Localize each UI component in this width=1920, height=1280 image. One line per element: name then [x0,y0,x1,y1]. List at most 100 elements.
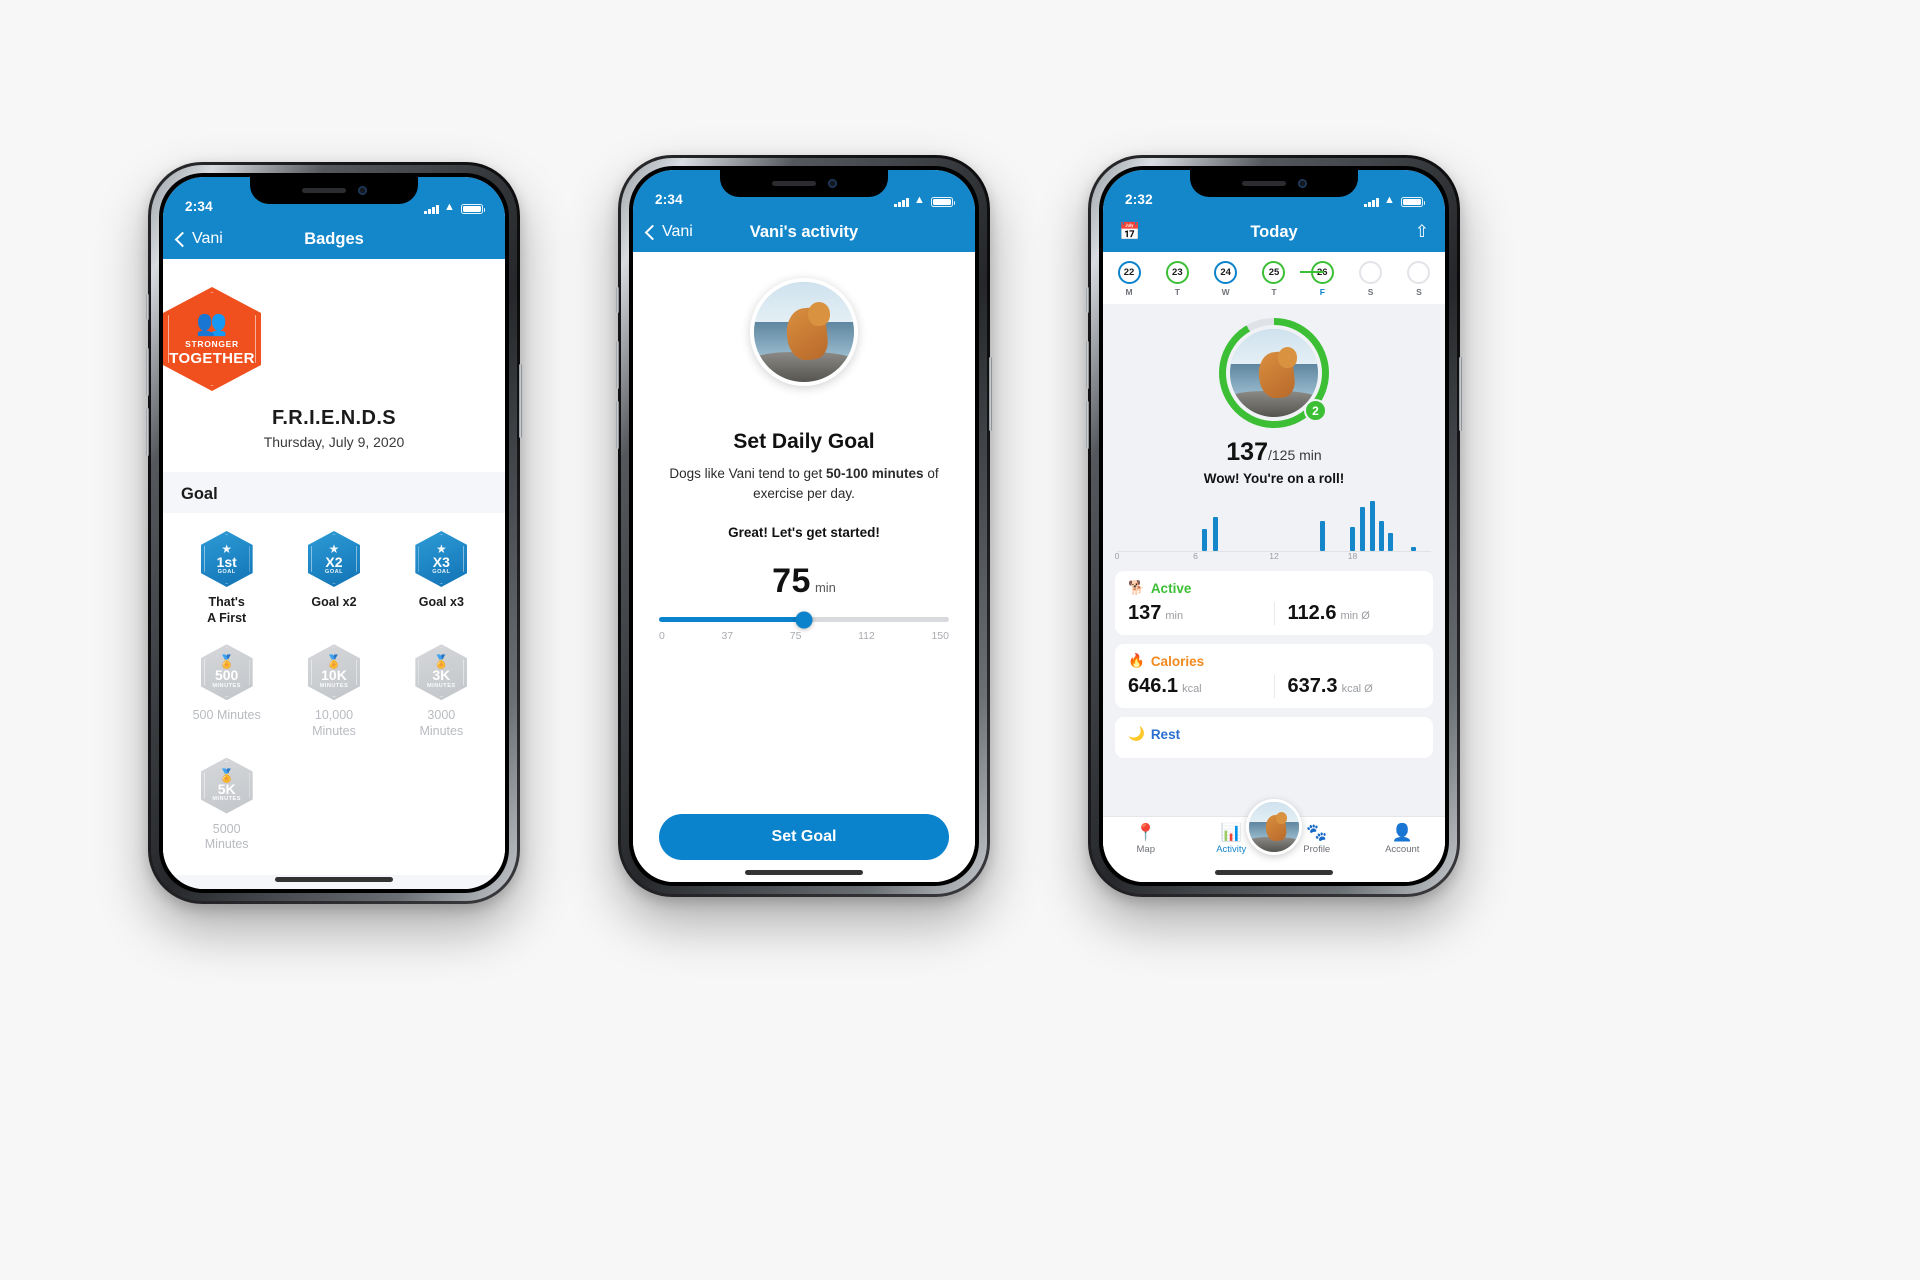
mute-switch[interactable] [1086,287,1089,313]
dog-icon: 🐕 [1128,580,1145,595]
axis-tick: 18 [1347,551,1358,561]
locked-badge-icon: 🏅 10K MINUTES [307,644,360,701]
badge-line-1: STRONGER [185,339,239,349]
power-button[interactable] [1459,357,1462,431]
stat-card-list: 🐕 Active 137 min 112.6 min Ø 🔥 Calories 646.1 kca… [1103,562,1445,758]
motivation-message: Wow! You're on a roll! [1203,471,1345,486]
chevron-left-icon [644,224,661,240]
chevron-left-icon [174,231,191,247]
stat-average: 637.3 kcal Ø [1273,675,1434,698]
volume-down-button[interactable] [146,408,149,456]
set-goal-content: Set Daily Goal Dogs like Vani tend to ge… [633,252,975,882]
chart-bar [1319,521,1325,551]
notch [250,177,418,204]
stat-title: Rest [1150,726,1181,742]
week-day-s[interactable]: S [1355,261,1387,297]
earpiece-speaker [301,188,346,193]
volume-down-button[interactable] [616,401,619,449]
slider-tick: 112 [858,630,875,643]
power-button[interactable] [519,364,522,438]
badge-cell[interactable]: 🏅 10K MINUTES 10,000 Minutes [280,644,387,739]
badge-date: Thursday, July 9, 2020 [263,434,405,450]
back-button[interactable]: Vani [644,223,693,241]
front-camera-icon [827,179,837,188]
battery-icon [461,204,486,214]
volume-down-button[interactable] [1086,401,1089,449]
stat-value: 637.3 [1287,675,1338,697]
power-button[interactable] [989,357,992,431]
dog-photo [1249,802,1299,852]
chart-bars [1117,501,1431,551]
badge-cell[interactable]: 🏅 3K MINUTES 3000 Minutes [388,644,495,739]
stat-card-rest[interactable]: 🌙 Rest [1115,717,1433,758]
week-day-m[interactable]: 22 M [1113,261,1145,297]
badge-name: F.R.I.E.N.D.S [271,407,397,429]
slider-tick: 0 [659,630,665,643]
week-day-f[interactable]: 26F [1306,261,1338,297]
progress-ring-area: 2 137/125 min Wow! You're on a roll! [1103,304,1445,490]
tab-label: Map [1136,844,1155,855]
back-label: Vani [192,230,223,247]
axis-tick: 0 [1114,551,1120,561]
star-icon: ★ [328,541,340,556]
stat-value: 646.1 [1128,675,1179,697]
tab-account[interactable]: 👤 Account [1360,824,1446,855]
stat-title: Calories [1150,653,1205,669]
day-letter: S [1367,287,1374,297]
stat-average: 112.6 min Ø [1273,602,1434,625]
dog-profile-button[interactable] [1246,799,1302,855]
cellular-signal-icon [1364,197,1379,207]
stat-card-active[interactable]: 🐕 Active 137 min 112.6 min Ø [1115,571,1433,635]
badge-cell[interactable]: 🏅 500 MINUTES 500 Minutes [173,644,280,739]
slider-knob[interactable] [795,611,813,629]
slider-track[interactable] [659,611,949,629]
badge-big-text: 10K [321,667,347,684]
chart-bar [1212,517,1218,551]
stat-value: 112.6 [1287,602,1337,624]
stat-card-calories[interactable]: 🔥 Calories 646.1 kcal 637.3 kcal Ø [1115,644,1433,708]
tab-map[interactable]: 📍 Map [1103,824,1189,855]
set-goal-button[interactable]: Set Goal [659,814,949,860]
week-day-w[interactable]: 24 W [1210,261,1242,297]
back-button[interactable]: Vani [174,230,223,248]
badge-cell[interactable]: ★ X3 GOAL Goal x3 [388,531,495,626]
week-day-t[interactable]: 23 T [1161,261,1193,297]
badge-cell[interactable]: ★ X2 GOAL Goal x2 [280,531,387,626]
mockup-stage: 2:34 Vani Badges [0,0,1920,1280]
share-icon[interactable]: ⇧ [1415,222,1429,242]
badge-cell[interactable]: ★ 1st GOAL That's A First [173,531,280,626]
chart-bar [1387,533,1393,551]
week-day-s[interactable]: S [1403,261,1435,297]
stat-primary: 646.1 kcal [1115,675,1274,698]
week-day-t[interactable]: 25 T [1258,261,1290,297]
calendar-icon[interactable]: 📅 [1119,222,1140,242]
week-day-selector[interactable]: 22 M 23 T 24 W 25 T 26F S S [1103,252,1445,304]
goal-minutes-unit: min [814,580,836,596]
nav-bar-badges: Vani Badges [163,219,505,259]
stronger-together-badge[interactable]: 👥 STRONGER TOGETHER [163,287,261,391]
mute-switch[interactable] [146,294,149,320]
volume-up-button[interactable] [1086,341,1089,389]
home-indicator[interactable] [275,877,393,882]
badge-sub-text: GOAL [217,569,236,576]
goal-slider[interactable]: 0 37 75 112 150 [659,611,949,643]
wifi-icon [1384,195,1396,207]
badge-caption: 500 Minutes [192,708,261,723]
page-title: Today [1250,222,1298,241]
locked-badge-icon: 🏅 500 MINUTES [200,644,253,701]
home-indicator[interactable] [1215,870,1333,875]
badge-caption: 5000 Minutes [204,821,249,852]
stat-unit: min [1165,610,1184,622]
slider-tick: 75 [789,630,802,643]
day-letter: W [1221,287,1230,297]
status-time: 2:34 [185,199,213,214]
badge-cell[interactable]: 🏅 5K MINUTES 5000 Minutes [173,757,280,853]
volume-up-button[interactable] [146,348,149,396]
mute-switch[interactable] [616,287,619,313]
goal-badge-grid: ★ 1st GOAL That's A First ★ X2 GOAL Goal x2 ★ X3 GO… [163,513,505,875]
volume-up-button[interactable] [616,341,619,389]
nav-bar-activity: Vani Vani's activity [633,212,975,252]
phone-badges: 2:34 Vani Badges [146,162,522,904]
stat-unit: kcal Ø [1341,683,1373,695]
home-indicator[interactable] [745,870,863,875]
